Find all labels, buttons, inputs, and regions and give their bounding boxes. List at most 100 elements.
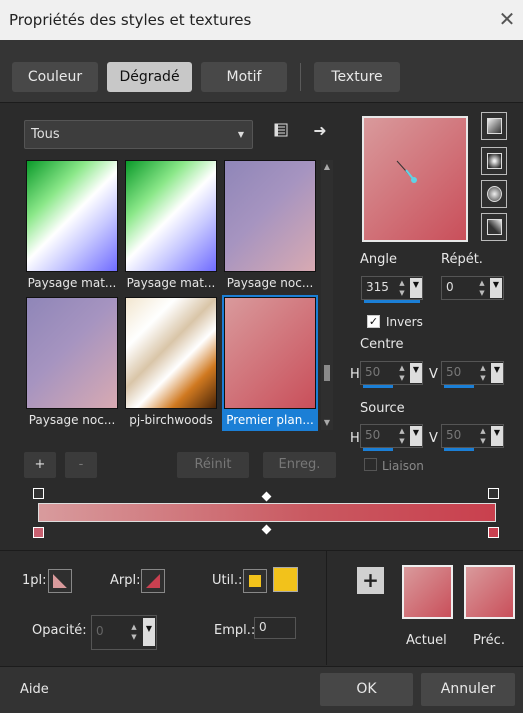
close-icon[interactable]: ✕ — [496, 6, 518, 32]
color-stop-marker[interactable] — [488, 527, 499, 538]
center-v-slider[interactable] — [444, 385, 474, 388]
chevron-down-icon[interactable]: ▼ — [490, 278, 502, 298]
spin-arrows-icon[interactable]: ▲ ▼ — [127, 622, 141, 642]
center-h-field[interactable]: 50 ▲ ▼ ▼ — [360, 361, 423, 388]
gradient-item[interactable]: Paysage noc... — [24, 295, 120, 431]
gradient-swatch — [125, 160, 217, 272]
foreground-swatch[interactable] — [48, 569, 72, 593]
background-label: Arpl: — [110, 573, 141, 588]
location-value: 0 — [259, 620, 267, 634]
scrollbar[interactable]: ▲ ▼ — [321, 160, 333, 430]
v-label: V — [429, 431, 438, 446]
invert-checkbox[interactable]: ✓ — [367, 315, 380, 328]
sunburst-style-icon[interactable] — [481, 180, 507, 208]
gradient-label: Paysage noc... — [226, 276, 314, 290]
repeat-label: Répét. — [441, 252, 483, 267]
angle-label: Angle — [360, 252, 397, 267]
rectangular-style-icon[interactable] — [481, 147, 507, 175]
gradient-item[interactable]: Paysage mat... — [123, 158, 219, 294]
category-value: Tous — [31, 127, 60, 142]
gradient-label: Paysage mat... — [27, 276, 117, 290]
gradient-item[interactable]: pj-birchwoods — [123, 295, 219, 431]
tab-texture[interactable]: Texture — [314, 62, 400, 92]
background-swatch[interactable] — [141, 569, 165, 593]
gradient-swatch — [125, 297, 217, 409]
reset-button[interactable]: Réinit — [177, 452, 249, 478]
chevron-down-icon[interactable]: ▼ — [143, 618, 155, 646]
center-v-value: 50 — [446, 365, 462, 379]
center-v-field[interactable]: 50 ▲ ▼ ▼ — [441, 361, 504, 388]
link-checkbox[interactable] — [364, 458, 377, 471]
location-label: Empl.: — [214, 623, 256, 638]
gradient-preview[interactable] — [362, 116, 468, 242]
gradient-label: pj-birchwoods — [129, 413, 213, 427]
source-v-field[interactable]: 50 ▲ ▼ ▼ — [441, 424, 504, 451]
source-v-slider[interactable] — [444, 448, 474, 451]
source-h-slider[interactable] — [363, 448, 393, 451]
center-h-slider[interactable] — [363, 385, 393, 388]
tab-degrade[interactable]: Dégradé — [107, 62, 192, 92]
chevron-down-icon[interactable]: ▼ — [491, 426, 503, 446]
color-stop-marker[interactable] — [33, 527, 44, 538]
gradient-item[interactable]: Paysage noc... — [222, 158, 318, 294]
user-color-button[interactable] — [243, 569, 267, 593]
chevron-up-icon[interactable]: ▲ — [321, 162, 333, 172]
repeat-field[interactable]: 0 ▲ ▼ ▼ — [441, 276, 504, 300]
source-h-field[interactable]: 50 ▲ ▼ ▼ — [360, 424, 423, 451]
location-field[interactable]: 0 — [254, 617, 296, 639]
spin-arrows-icon[interactable]: ▲ ▼ — [395, 363, 409, 383]
previous-gradient-swatch[interactable] — [464, 565, 515, 619]
gradient-stop-marker[interactable] — [33, 488, 44, 499]
user-color-swatch-small — [249, 575, 261, 587]
linear-style-icon[interactable] — [481, 112, 507, 140]
spin-arrows-icon[interactable]: ▲ ▼ — [475, 278, 489, 298]
gradient-stop-marker[interactable] — [488, 488, 499, 499]
gradient-bar[interactable] — [38, 503, 496, 522]
scrollbar-thumb[interactable] — [324, 365, 330, 381]
spin-arrows-icon[interactable]: ▲ ▼ — [395, 278, 409, 298]
tab-separator — [300, 63, 301, 91]
chevron-down-icon[interactable]: ▼ — [321, 418, 333, 428]
source-label: Source — [360, 401, 405, 416]
cancel-button[interactable]: Annuler — [421, 673, 515, 706]
foreground-label: 1pl: — [22, 573, 47, 588]
remove-button[interactable]: - — [65, 452, 97, 478]
library-icon[interactable] — [270, 122, 292, 144]
chevron-down-icon[interactable]: ▼ — [410, 363, 422, 383]
angle-value: 315 — [366, 280, 389, 294]
arrow-right-icon[interactable]: ➜ — [309, 120, 331, 142]
gradient-swatch — [224, 160, 316, 272]
user-color-swatch[interactable] — [273, 567, 298, 592]
radial-style-icon[interactable] — [481, 213, 507, 241]
angle-field[interactable]: 315 ▲ ▼ ▼ — [361, 276, 423, 303]
chevron-down-icon[interactable]: ▼ — [491, 363, 503, 383]
v-label: V — [429, 367, 438, 382]
gradient-item-selected[interactable]: Premier plan... — [222, 295, 318, 431]
save-button[interactable]: Enreg. — [263, 452, 336, 478]
help-link[interactable]: Aide — [20, 682, 49, 697]
center-h-value: 50 — [365, 365, 381, 379]
gradient-item[interactable]: Paysage mat... — [24, 158, 120, 294]
category-dropdown[interactable]: Tous ▼ — [24, 120, 253, 149]
window-title: Propriétés des styles et textures — [9, 11, 252, 29]
color-midpoint-marker[interactable] — [261, 524, 272, 535]
add-to-swatches-button[interactable]: + — [357, 567, 384, 594]
opacity-field[interactable]: 0 ▲ ▼ ▼ — [91, 615, 157, 650]
chevron-down-icon[interactable]: ▼ — [410, 278, 422, 298]
spin-arrows-icon[interactable]: ▲ ▼ — [476, 363, 490, 383]
tab-motif[interactable]: Motif — [201, 62, 287, 92]
spin-arrows-icon[interactable]: ▲ ▼ — [476, 426, 490, 446]
midpoint-marker[interactable] — [261, 491, 272, 502]
source-h-value: 50 — [365, 428, 381, 442]
spin-arrows-icon[interactable]: ▲ ▼ — [395, 426, 409, 446]
add-button[interactable]: + — [24, 452, 56, 478]
chevron-down-icon: ▼ — [237, 130, 244, 139]
gradient-swatch — [26, 297, 118, 409]
link-label: Liaison — [382, 459, 424, 473]
ok-button[interactable]: OK — [320, 673, 413, 706]
chevron-down-icon[interactable]: ▼ — [410, 426, 422, 446]
tab-couleur[interactable]: Couleur — [12, 62, 98, 92]
gradient-swatch — [26, 160, 118, 272]
current-label: Actuel — [406, 633, 447, 648]
angle-slider[interactable] — [364, 300, 420, 303]
